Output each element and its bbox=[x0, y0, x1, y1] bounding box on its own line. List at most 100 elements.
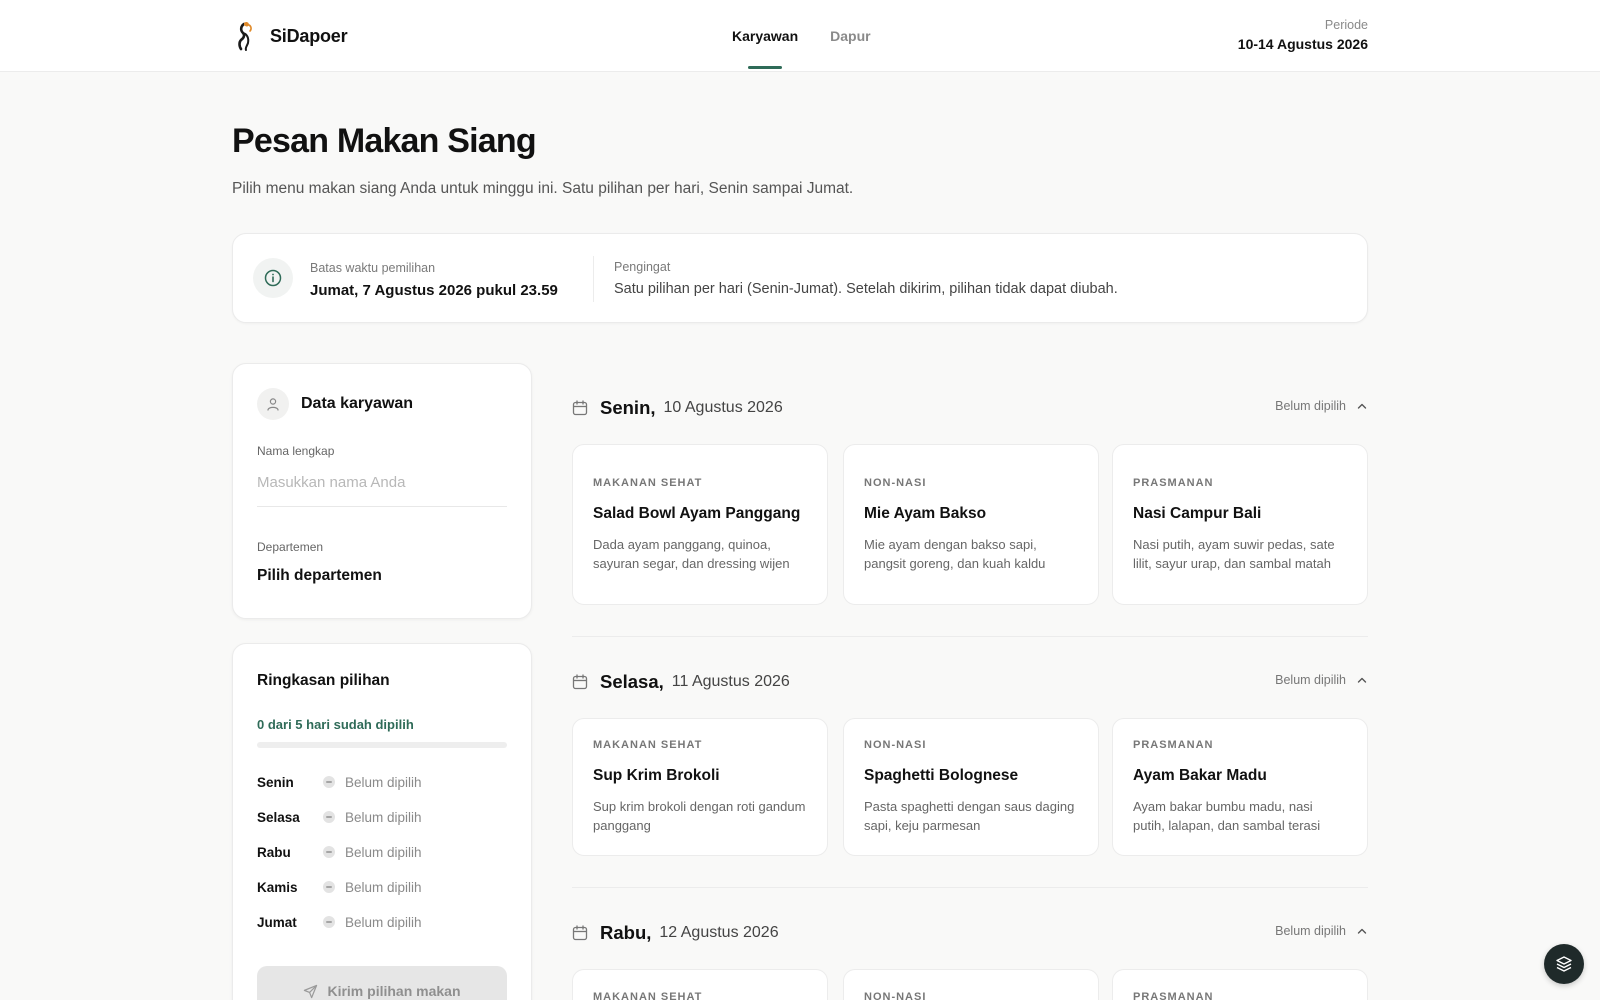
selection-summary-card: Ringkasan pilihan 0 dari 5 hari sudah di… bbox=[232, 643, 532, 1000]
menu-option-card[interactable]: MAKANAN SEHAT bbox=[572, 969, 828, 1000]
summary-status: Belum dipilih bbox=[345, 914, 422, 930]
menu-category: NON-NASI bbox=[864, 476, 927, 489]
full-name-input[interactable] bbox=[257, 467, 507, 507]
day-name: Selasa, bbox=[600, 671, 664, 692]
employee-card-title: Data karyawan bbox=[301, 395, 414, 412]
section-divider bbox=[572, 887, 1368, 888]
menu-option-card[interactable]: MAKANAN SEHAT Sup Krim Brokoli Sup krim … bbox=[572, 718, 828, 856]
menu-option-content: PRASMANAN Ayam Bakar Madu Ayam bakar bum… bbox=[1133, 719, 1347, 855]
deadline-value: Jumat, 7 Agustus 2026 pukul 23.59 bbox=[310, 282, 558, 299]
brand-name: SiDapoer bbox=[270, 25, 348, 46]
page-subtitle: Pilih menu makan siang Anda untuk minggu… bbox=[232, 180, 854, 197]
tab-karyawan[interactable]: Karyawan bbox=[732, 0, 798, 72]
menu-description: Pasta spaghetti dengan saus daging sapi,… bbox=[864, 799, 1075, 833]
menu-option-content: MAKANAN SEHAT Sup Krim Brokoli Sup krim … bbox=[593, 719, 807, 855]
summary-row: Jumat Belum dipilih bbox=[257, 912, 507, 932]
day-date: 11 Agustus 2026 bbox=[671, 673, 790, 690]
calendar-icon bbox=[572, 925, 588, 941]
menu-option-card[interactable]: PRASMANAN Ayam Bakar Madu Ayam bakar bum… bbox=[1112, 718, 1368, 856]
menu-option-content: NON-NASI Mie Ayam Bakso Mie ayam dengan … bbox=[864, 445, 1078, 604]
summary-status: Belum dipilih bbox=[345, 844, 422, 860]
summary-day: Selasa bbox=[257, 809, 300, 825]
menu-name: Spaghetti Bolognese bbox=[864, 767, 1019, 784]
pending-icon bbox=[323, 846, 335, 858]
deadline-label: Batas waktu pemilihan bbox=[310, 261, 436, 275]
day-header-senin[interactable]: Senin, 10 Agustus 2026 Belum dipilih bbox=[572, 393, 1368, 423]
top-navigation-bar: SiDapoer Karyawan Dapur Periode 10-14 Ag… bbox=[0, 0, 1600, 72]
chevron-up-icon bbox=[1357, 677, 1367, 683]
menu-category: MAKANAN SEHAT bbox=[593, 739, 703, 751]
day-name: Rabu, bbox=[600, 922, 652, 943]
summary-status: Belum dipilih bbox=[345, 879, 422, 895]
day-status-label: Belum dipilih bbox=[1275, 924, 1346, 938]
day-header-selasa[interactable]: Selasa, 11 Agustus 2026 Belum dipilih bbox=[572, 667, 1368, 697]
layers-icon bbox=[1556, 956, 1572, 972]
tab-dapur[interactable]: Dapur bbox=[830, 0, 870, 72]
department-label: Departemen bbox=[257, 540, 324, 554]
menu-name: Mie Ayam Bakso bbox=[864, 504, 987, 522]
menu-description: Ayam bakar bumbu madu, nasi putih, lalap… bbox=[1133, 799, 1321, 833]
menu-category: MAKANAN SEHAT bbox=[593, 991, 703, 1000]
info-banner: Batas waktu pemilihan Jumat, 7 Agustus 2… bbox=[232, 233, 1368, 323]
day-collapse-toggle[interactable]: Belum dipilih bbox=[1275, 399, 1368, 413]
reminder-label: Pengingat bbox=[614, 260, 671, 274]
summary-row: Selasa Belum dipilih bbox=[257, 807, 507, 827]
pending-icon bbox=[323, 881, 335, 893]
menu-option-card[interactable]: NON-NASI Spaghetti Bolognese Pasta spagh… bbox=[843, 718, 1099, 856]
summary-row: Rabu Belum dipilih bbox=[257, 842, 507, 862]
calendar-icon bbox=[572, 400, 588, 416]
menu-option-card[interactable]: NON-NASI Mie Ayam Bakso Mie ayam dengan … bbox=[843, 444, 1099, 605]
menu-option-card[interactable]: NON-NASI bbox=[843, 969, 1099, 1000]
department-select[interactable]: Pilih departemen bbox=[257, 567, 382, 585]
submit-selection-label: Kirim pilihan makan bbox=[327, 983, 461, 999]
menu-name: Nasi Campur Bali bbox=[1133, 504, 1262, 522]
send-icon bbox=[304, 984, 318, 998]
day-collapse-toggle[interactable]: Belum dipilih bbox=[1275, 924, 1368, 938]
menu-name: Sup Krim Brokoli bbox=[593, 767, 720, 784]
menu-option-card[interactable]: PRASMANAN bbox=[1112, 969, 1368, 1000]
user-icon bbox=[257, 388, 289, 420]
brand-logo-icon bbox=[238, 21, 252, 51]
section-divider bbox=[572, 636, 1368, 637]
day-status-label: Belum dipilih bbox=[1275, 673, 1346, 687]
menu-description: Mie ayam dengan bakso sapi, pangsit gore… bbox=[864, 536, 1046, 571]
period-label: Periode bbox=[1324, 18, 1368, 32]
menu-category: PRASMANAN bbox=[1133, 739, 1214, 751]
menu-category: PRASMANAN bbox=[1133, 476, 1214, 489]
chevron-up-icon bbox=[1357, 403, 1367, 409]
menu-option-card[interactable]: PRASMANAN Nasi Campur Bali Nasi putih, a… bbox=[1112, 444, 1368, 605]
menu-description: Dada ayam panggang, quinoa, sayuran sega… bbox=[593, 536, 790, 571]
menu-option-card[interactable]: MAKANAN SEHAT Salad Bowl Ayam Panggang D… bbox=[572, 444, 828, 605]
employee-card-header: Data karyawan bbox=[257, 388, 413, 420]
day-name: Senin, bbox=[600, 397, 656, 418]
name-label: Nama lengkap bbox=[257, 444, 335, 458]
summary-day: Senin bbox=[257, 774, 294, 790]
menu-name: Ayam Bakar Madu bbox=[1133, 767, 1267, 784]
menu-description: Sup krim brokoli dengan roti gandum pang… bbox=[593, 799, 806, 833]
summary-row: Senin Belum dipilih bbox=[257, 772, 507, 792]
period-value: 10-14 Agustus 2026 bbox=[1237, 36, 1368, 52]
pending-icon bbox=[323, 811, 335, 823]
menu-category: NON-NASI bbox=[864, 739, 927, 751]
summary-day: Jumat bbox=[257, 914, 297, 930]
menu-option-content: MAKANAN SEHAT Salad Bowl Ayam Panggang D… bbox=[593, 445, 807, 604]
submit-selection-button[interactable]: Kirim pilihan makan bbox=[257, 966, 507, 1000]
menu-option-content: PRASMANAN Nasi Campur Bali Nasi putih, a… bbox=[1133, 445, 1347, 604]
summary-row: Kamis Belum dipilih bbox=[257, 877, 507, 897]
summary-day: Kamis bbox=[257, 879, 298, 895]
day-header-rabu[interactable]: Rabu, 12 Agustus 2026 Belum dipilih bbox=[572, 918, 1368, 948]
calendar-icon bbox=[572, 674, 588, 690]
day-collapse-toggle[interactable]: Belum dipilih bbox=[1275, 673, 1368, 687]
brand[interactable]: SiDapoer bbox=[232, 20, 348, 52]
reminder-text: Satu pilihan per hari (Senin-Jumat). Set… bbox=[614, 281, 1118, 297]
summary-status: Belum dipilih bbox=[345, 774, 422, 790]
menu-name: Salad Bowl Ayam Panggang bbox=[593, 504, 801, 522]
page-title: Pesan Makan Siang bbox=[232, 122, 537, 160]
day-status-label: Belum dipilih bbox=[1275, 399, 1346, 413]
layers-fab-button[interactable] bbox=[1544, 944, 1584, 984]
menu-category: PRASMANAN bbox=[1133, 991, 1214, 1000]
summary-title: Ringkasan pilihan bbox=[257, 672, 390, 689]
summary-progress-text: 0 dari 5 hari sudah dipilih bbox=[257, 717, 414, 732]
chevron-up-icon bbox=[1357, 928, 1367, 934]
banner-divider bbox=[593, 256, 594, 302]
